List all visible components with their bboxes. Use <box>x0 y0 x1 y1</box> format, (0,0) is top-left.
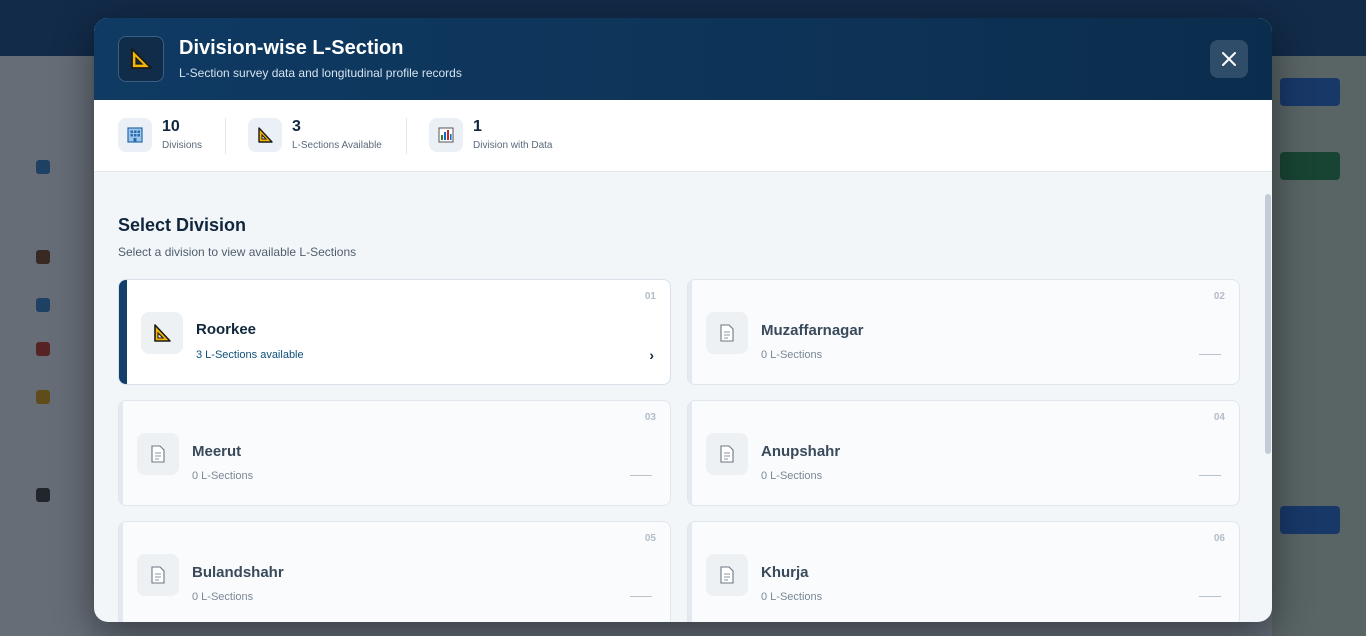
scrollbar-thumb[interactable] <box>1265 194 1271 454</box>
card-number: 03 <box>644 412 656 423</box>
stat-label: L-Sections Available <box>292 140 382 151</box>
modal-subtitle: L-Section survey data and longitudinal p… <box>179 66 462 80</box>
building-icon <box>118 118 152 152</box>
l-section-count: 0 L-Sections <box>761 591 823 603</box>
chevron-right-icon: › <box>649 347 654 363</box>
document-icon <box>137 433 179 475</box>
stat-value: 3 <box>292 118 301 135</box>
l-section-modal: Division-wise L-Section L-Section survey… <box>94 18 1272 622</box>
division-card-meerut[interactable]: 03 Meerut 0 L-Sections <box>118 400 671 506</box>
card-accent-bar <box>119 280 127 384</box>
division-card-muzaffarnagar[interactable]: 02 Muzaffarnagar 0 L-Sections <box>687 279 1240 385</box>
set-square-icon <box>141 312 183 354</box>
l-section-count: 0 L-Sections <box>761 470 823 482</box>
card-accent-bar <box>119 401 123 505</box>
l-section-count: 0 L-Sections <box>192 591 254 603</box>
division-card-bulandshahr[interactable]: 05 Bulandshahr 0 L-Sections <box>118 521 671 622</box>
document-icon <box>706 433 748 475</box>
division-name: Meerut <box>192 443 242 460</box>
division-name: Roorkee <box>196 321 257 338</box>
stats-bar: 10 Divisions 3 L-Sections Available 1 Di… <box>94 100 1272 172</box>
section-title: Select Division <box>118 215 247 235</box>
l-section-count: 0 L-Sections <box>761 349 823 361</box>
stat-label: Divisions <box>162 140 203 151</box>
stat-divisions-with-data: 1 Division with Data <box>429 118 589 154</box>
section-subtitle: Select a division to view available L-Se… <box>118 245 357 259</box>
empty-indicator <box>630 596 652 597</box>
document-icon <box>706 312 748 354</box>
empty-indicator <box>1199 475 1221 476</box>
card-accent-bar <box>688 401 692 505</box>
card-number: 02 <box>1213 291 1225 302</box>
card-accent-bar <box>688 280 692 384</box>
division-card-roorkee[interactable]: 01 Roorkee 3 L-Sections available › <box>118 279 671 385</box>
card-accent-bar <box>119 522 123 622</box>
division-card-khurja[interactable]: 06 Khurja 0 L-Sections <box>687 521 1240 622</box>
card-number: 05 <box>644 533 656 544</box>
modal-header: Division-wise L-Section L-Section survey… <box>94 18 1272 100</box>
card-number: 01 <box>644 291 656 302</box>
empty-indicator <box>1199 354 1221 355</box>
stat-divisions: 10 Divisions <box>118 118 218 154</box>
stat-divider <box>225 118 226 154</box>
l-section-count: 3 L-Sections available <box>196 349 304 361</box>
card-number: 04 <box>1213 412 1225 423</box>
stat-value: 10 <box>162 118 180 135</box>
division-name: Bulandshahr <box>192 564 284 581</box>
division-card-anupshahr[interactable]: 04 Anupshahr 0 L-Sections <box>687 400 1240 506</box>
empty-indicator <box>630 475 652 476</box>
empty-indicator <box>1199 596 1221 597</box>
card-accent-bar <box>688 522 692 622</box>
l-section-count: 0 L-Sections <box>192 470 254 482</box>
division-name: Muzaffarnagar <box>761 322 864 339</box>
document-icon <box>137 554 179 596</box>
division-name: Anupshahr <box>761 443 841 460</box>
stat-value: 1 <box>473 118 482 135</box>
close-button[interactable] <box>1210 40 1248 78</box>
stat-label: Division with Data <box>473 140 553 151</box>
card-number: 06 <box>1213 533 1225 544</box>
stat-divider <box>406 118 407 154</box>
modal-title: Division-wise L-Section <box>179 37 404 59</box>
bar-chart-icon <box>429 118 463 152</box>
set-square-icon <box>118 36 164 82</box>
division-list-section: Select Division Select a division to vie… <box>94 171 1272 622</box>
set-square-icon <box>248 118 282 152</box>
division-name: Khurja <box>761 564 809 581</box>
document-icon <box>706 554 748 596</box>
close-icon <box>1222 52 1236 66</box>
stat-l-sections: 3 L-Sections Available <box>248 118 408 154</box>
